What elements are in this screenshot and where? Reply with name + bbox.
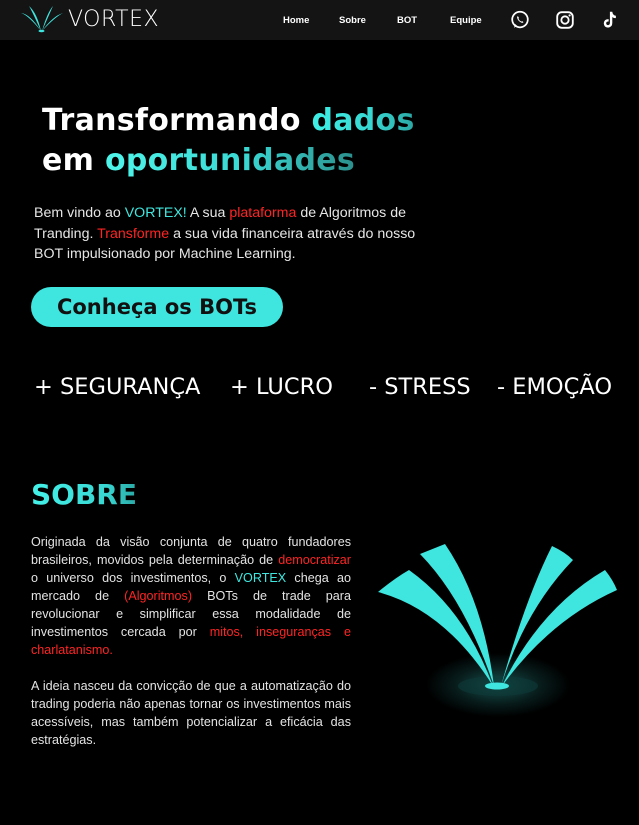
navbar: VORTEX Home Sobre BOT Equipe: [0, 0, 639, 40]
feature-lucro: + LUCRO: [230, 374, 333, 400]
hero-title-accent-2: oportunidades: [104, 143, 356, 178]
instagram-icon[interactable]: [554, 9, 576, 31]
vortex-emblem-icon: [378, 544, 617, 717]
hero-description: Bem vindo ao VORTEX! A sua plataforma de…: [34, 203, 424, 265]
about-red-highlight: (Algoritmos): [124, 589, 193, 603]
nav-bot-link[interactable]: BOT: [397, 15, 417, 26]
hero-text-part: Bem vindo ao: [34, 205, 125, 221]
about-brand-highlight: VORTEX: [234, 571, 287, 585]
hero-red-highlight: Transforme: [97, 225, 170, 242]
hero-title-plain-1: Transformando: [42, 103, 312, 138]
tiktok-icon[interactable]: [598, 9, 620, 31]
hero-brand-highlight: VORTEX!: [124, 205, 187, 221]
about-text-part: o universo dos investimentos, o: [31, 571, 235, 585]
hero-red-highlight: plataforma: [229, 205, 297, 221]
hero-title-accent-1: dados: [311, 103, 415, 138]
hero-text-part: A sua: [186, 205, 230, 221]
hero-title-line2: em oportunidades: [42, 143, 355, 178]
hero-title-plain-2: em: [42, 143, 105, 178]
conheca-bots-button[interactable]: Conheça os BOTs: [31, 287, 283, 327]
feature-emocao: - EMOÇÃO: [497, 374, 613, 400]
hero-title-line1: Transformando dados: [42, 103, 415, 138]
brand-logo[interactable]: VORTEX: [20, 5, 159, 33]
about-red-highlight: democratizar: [278, 553, 351, 567]
hero-title: Transformando dados em oportunidades: [42, 101, 415, 181]
about-paragraph-2: A ideia nasceu da convicção de que a aut…: [31, 679, 351, 747]
feature-seguranca: + SEGURANÇA: [34, 374, 201, 400]
about-title: SOBRE: [31, 478, 137, 511]
whatsapp-icon[interactable]: [509, 9, 531, 31]
nav-equipe-link[interactable]: Equipe: [450, 15, 482, 26]
feature-stress: - STRESS: [369, 374, 471, 400]
nav-sobre-link[interactable]: Sobre: [339, 15, 366, 26]
vortex-logo-icon: [21, 6, 63, 33]
nav-home-link[interactable]: Home: [283, 15, 309, 26]
brand-name: VORTEX: [68, 6, 160, 32]
about-paragraph-1: Originada da visão conjunta de quatro fu…: [31, 533, 351, 659]
